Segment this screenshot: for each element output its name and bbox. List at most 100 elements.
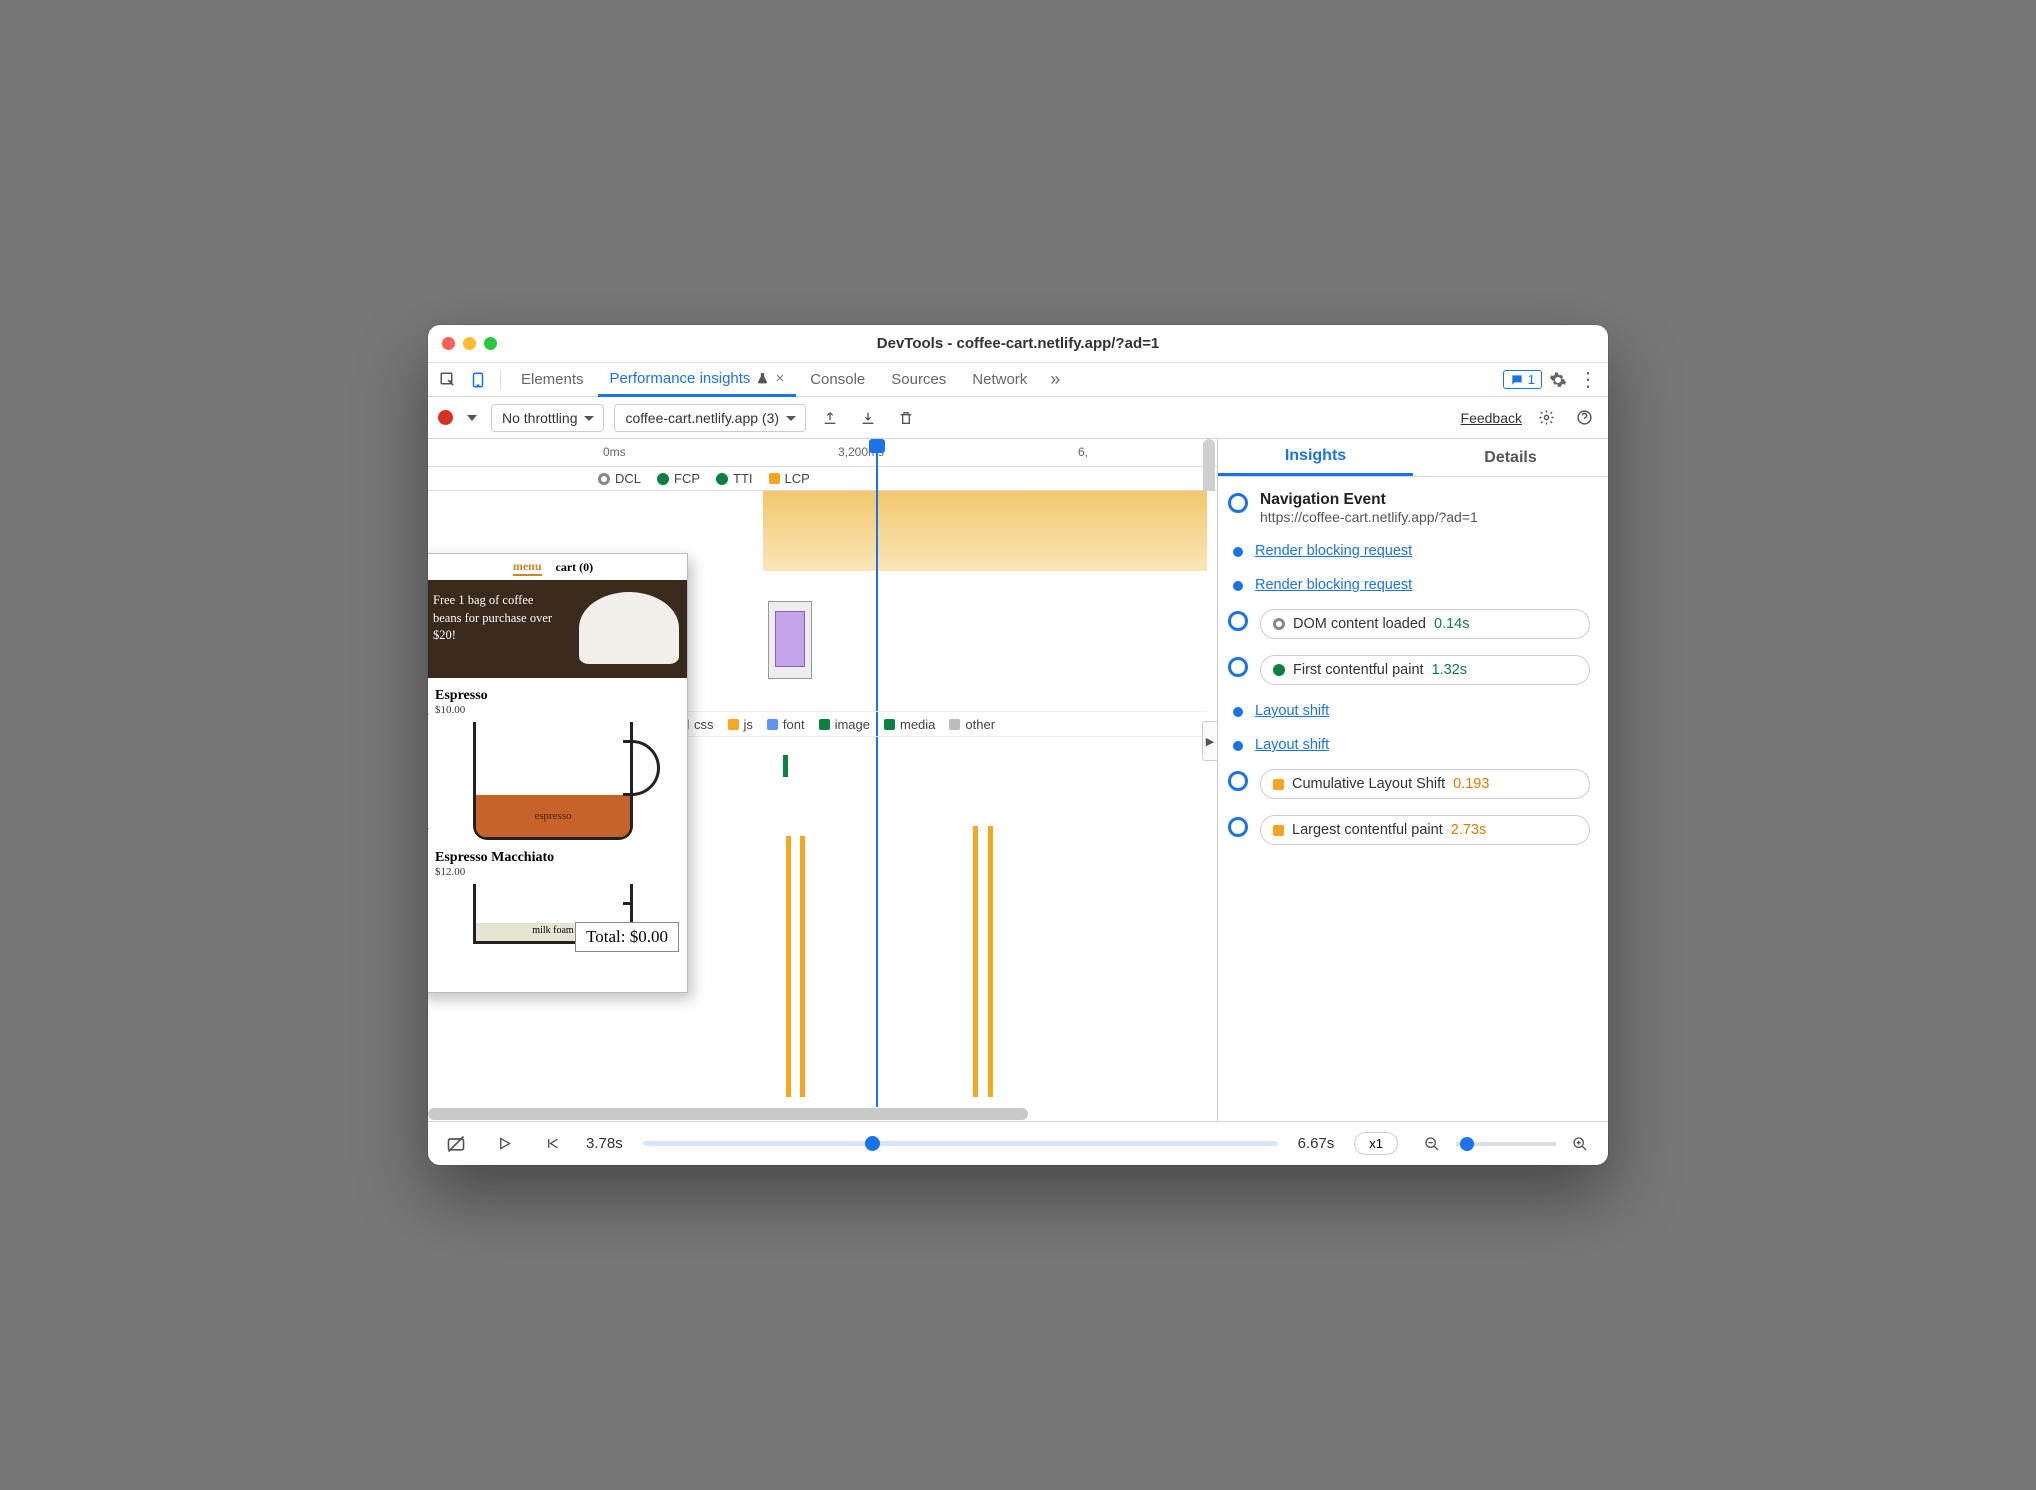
preview-total: Total: $0.00	[575, 922, 679, 952]
tick-0: 0ms	[603, 445, 626, 459]
speed-pill[interactable]: x1	[1354, 1132, 1398, 1155]
screenshot-preview: menu cart (0) Free 1 bag of coffee beans…	[428, 553, 688, 993]
timeline-body[interactable]: css js font image media other ▶	[428, 491, 1217, 1107]
metric-value: 1.32s	[1432, 662, 1467, 678]
collapse-sidepane-icon[interactable]: ▶	[1202, 721, 1218, 761]
long-task-band	[763, 491, 1207, 571]
seek-start-icon[interactable]	[538, 1131, 566, 1157]
circle-icon	[1273, 618, 1285, 630]
insight-layout-shift[interactable]: Layout shift	[1255, 701, 1329, 719]
help-icon[interactable]	[1570, 405, 1598, 431]
close-icon[interactable]	[442, 337, 455, 350]
kebab-menu-icon[interactable]: ⋮	[1574, 367, 1602, 393]
close-tab-icon[interactable]: ×	[775, 370, 784, 387]
upload-icon[interactable]	[816, 405, 844, 431]
tab-performance-insights[interactable]: Performance insights ×	[598, 363, 797, 397]
insight-cls[interactable]: Cumulative Layout Shift 0.193	[1260, 769, 1590, 799]
divider	[500, 370, 501, 390]
window-title: DevTools - coffee-cart.netlify.app/?ad=1	[442, 335, 1594, 352]
expand-marker-icon[interactable]: ▶	[428, 706, 429, 720]
zoom-out-icon[interactable]	[1418, 1131, 1446, 1157]
device-toggle-icon[interactable]	[464, 367, 492, 393]
marker-fcp: FCP	[657, 471, 700, 486]
tab-details[interactable]: Details	[1413, 439, 1608, 476]
slider-thumb-icon[interactable]	[865, 1136, 880, 1151]
issues-badge[interactable]: 1	[1503, 370, 1542, 389]
feedback-link[interactable]: Feedback	[1461, 410, 1522, 426]
metric-label: Largest contentful paint	[1292, 822, 1443, 838]
resource-legend: css js font image media other	[678, 711, 1207, 737]
tab-insights[interactable]: Insights	[1218, 439, 1413, 476]
mug-icon: espresso	[473, 722, 633, 840]
nav-event-title: Navigation Event	[1260, 491, 1478, 509]
tab-label: Performance insights	[610, 370, 751, 387]
circle-icon	[1273, 664, 1285, 676]
tab-console[interactable]: Console	[798, 363, 877, 397]
flask-icon	[756, 372, 769, 385]
insights-panel: Insights Details Navigation Event https:…	[1218, 439, 1608, 1121]
tab-sources[interactable]: Sources	[879, 363, 958, 397]
timeline-node-icon	[1228, 657, 1248, 677]
seek-slider[interactable]	[643, 1141, 1278, 1146]
tab-elements[interactable]: Elements	[509, 363, 596, 397]
zoom-controls	[1418, 1131, 1594, 1157]
timeline-panel: 0ms 3,200ms 6, DCL FCP TTI LCP css js fo…	[428, 439, 1218, 1121]
metric-label: DOM content loaded	[1293, 616, 1426, 632]
traffic-lights	[442, 337, 497, 350]
tick-6: 6,	[1078, 445, 1088, 459]
insight-render-blocking[interactable]: Render blocking request	[1255, 575, 1412, 593]
trash-icon[interactable]	[892, 405, 920, 431]
insight-dcl[interactable]: DOM content loaded 0.14s	[1260, 609, 1590, 639]
preview-banner: Free 1 bag of coffee beans for purchase …	[428, 580, 687, 678]
slider-thumb-icon[interactable]	[1460, 1137, 1474, 1151]
session-select[interactable]: coffee-cart.netlify.app (3)	[614, 404, 806, 432]
panel-tabs: Elements Performance insights × Console …	[428, 363, 1608, 397]
insights-list[interactable]: Navigation Event https://coffee-cart.net…	[1218, 477, 1608, 1121]
badge-count: 1	[1528, 372, 1535, 387]
devtools-window: DevTools - coffee-cart.netlify.app/?ad=1…	[428, 325, 1608, 1165]
bar	[783, 755, 788, 777]
insight-layout-shift[interactable]: Layout shift	[1255, 735, 1329, 753]
insight-lcp[interactable]: Largest contentful paint 2.73s	[1260, 815, 1590, 845]
square-icon	[1273, 825, 1284, 836]
more-tabs-icon[interactable]: »	[1041, 367, 1069, 393]
h-scrollbar[interactable]	[428, 1108, 1028, 1120]
throttling-select[interactable]: No throttling	[491, 404, 604, 432]
settings-gear-icon[interactable]	[1544, 367, 1572, 393]
marker-lcp: LCP	[769, 471, 810, 486]
inspect-icon[interactable]	[434, 367, 462, 393]
expand-marker-icon[interactable]: ▶	[428, 821, 429, 835]
mug-fill: espresso	[476, 795, 630, 837]
preview-item1-price: $10.00	[435, 704, 671, 716]
minimize-icon[interactable]	[463, 337, 476, 350]
record-dropdown-icon[interactable]	[463, 405, 481, 431]
play-icon[interactable]	[490, 1131, 518, 1157]
playback-bar: 3.78s 6.67s x1	[428, 1121, 1608, 1165]
bar	[973, 826, 978, 1097]
metric-value: 0.14s	[1434, 616, 1469, 632]
insight-fcp[interactable]: First contentful paint 1.32s	[1260, 655, 1590, 685]
bar	[988, 826, 993, 1097]
timeline-node-icon	[1233, 547, 1243, 557]
marker-tti: TTI	[716, 471, 753, 486]
timeline-node-icon	[1228, 771, 1248, 791]
preview-cart: cart (0)	[556, 560, 594, 575]
panel-settings-icon[interactable]	[1532, 405, 1560, 431]
zoom-in-icon[interactable]	[1566, 1131, 1594, 1157]
end-time: 6.67s	[1298, 1135, 1335, 1152]
insights-tabs: Insights Details	[1218, 439, 1608, 477]
preview-menu: menu	[513, 559, 542, 576]
nav-event-url: https://coffee-cart.netlify.app/?ad=1	[1260, 509, 1478, 525]
chat-icon	[1510, 373, 1524, 387]
insight-render-blocking[interactable]: Render blocking request	[1255, 541, 1412, 559]
screenshot-thumb[interactable]	[768, 601, 812, 679]
maximize-icon[interactable]	[484, 337, 497, 350]
download-icon[interactable]	[854, 405, 882, 431]
zoom-slider[interactable]	[1456, 1142, 1556, 1146]
no-screenshot-icon[interactable]	[442, 1131, 470, 1157]
time-ruler[interactable]: 0ms 3,200ms 6,	[428, 439, 1217, 467]
record-button[interactable]	[438, 410, 453, 425]
tab-network[interactable]: Network	[960, 363, 1039, 397]
timeline-node-icon	[1233, 707, 1243, 717]
perf-toolbar: No throttling coffee-cart.netlify.app (3…	[428, 397, 1608, 439]
